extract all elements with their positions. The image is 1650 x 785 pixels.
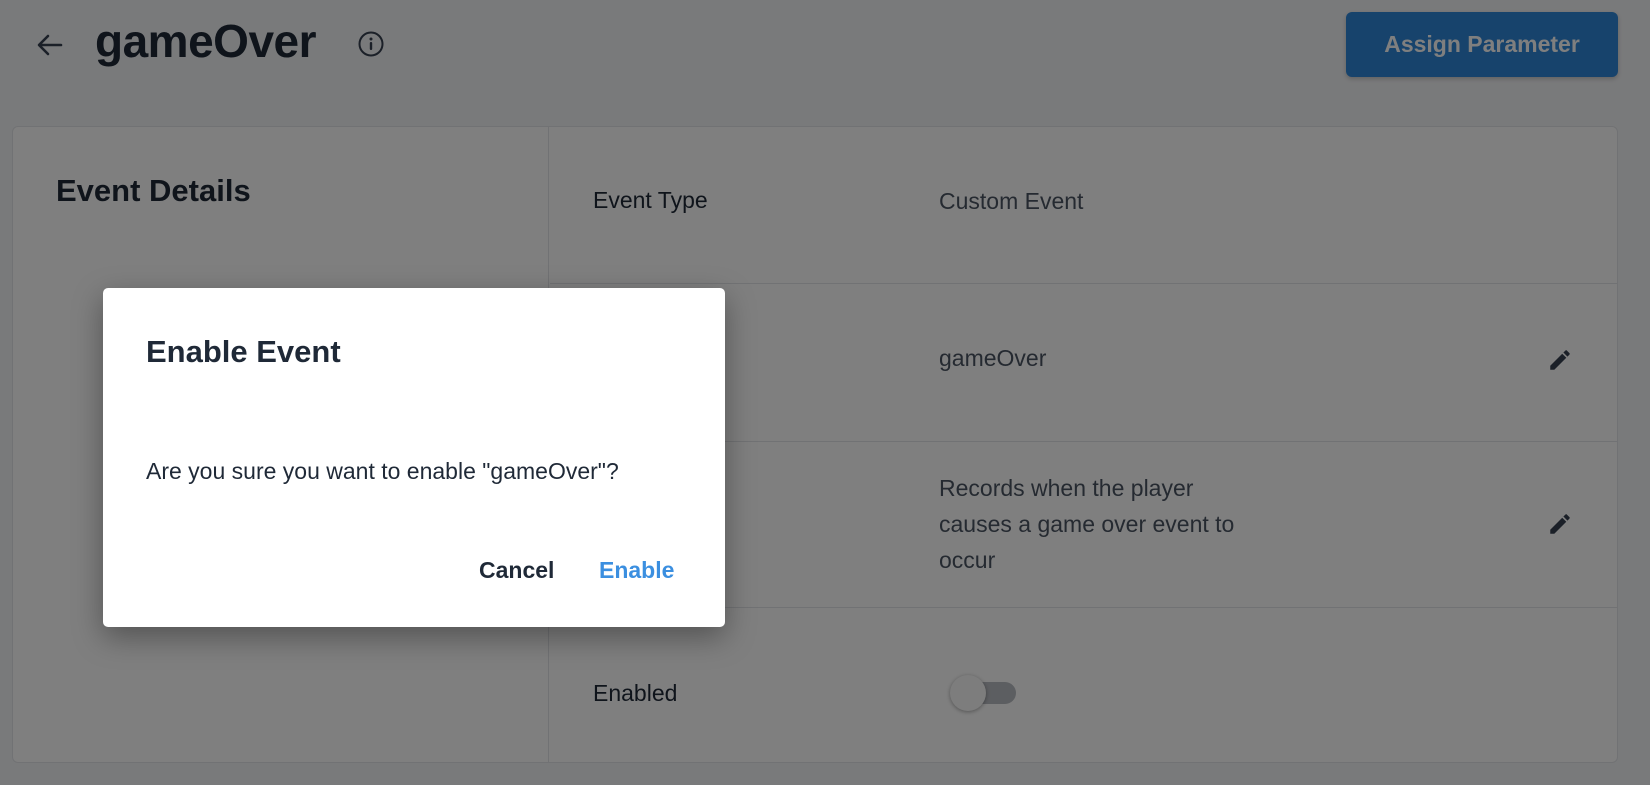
enable-button[interactable]: Enable xyxy=(599,550,674,590)
dialog-title: Enable Event xyxy=(146,334,341,369)
enable-event-dialog: Enable Event Are you sure you want to en… xyxy=(103,288,725,627)
cancel-button[interactable]: Cancel xyxy=(479,550,554,590)
event-details-page: gameOver Assign Parameter Event Details … xyxy=(0,0,1650,785)
dialog-message: Are you sure you want to enable "gameOve… xyxy=(146,458,619,484)
